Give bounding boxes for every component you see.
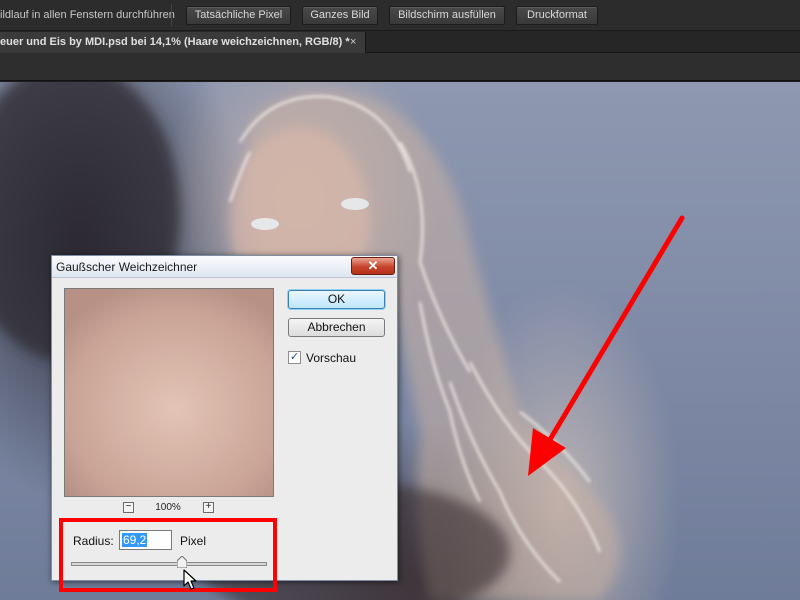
scroll-all-windows-option[interactable]: ildlauf in allen Fenstern durchführen [0, 9, 175, 21]
fit-screen-button[interactable]: Ganzes Bild [302, 6, 378, 25]
dialog-close-icon[interactable]: ✕ [351, 257, 395, 275]
print-size-button[interactable]: Druckformat [516, 6, 598, 25]
annotation-highlight-box [59, 518, 277, 592]
document-tab-bar: euer und Eis by MDI.psd bei 14,1% (Haare… [0, 31, 800, 53]
document-tab-close-icon[interactable]: × [350, 32, 356, 52]
document-tab-title: euer und Eis by MDI.psd bei 14,1% (Haare… [0, 36, 350, 48]
options-separator [171, 4, 172, 26]
zoom-percentage: 100% [155, 502, 181, 513]
zoom-minus-icon[interactable]: − [123, 502, 134, 513]
checkbox-check-icon[interactable]: ✓ [288, 351, 301, 364]
document-tab[interactable]: euer und Eis by MDI.psd bei 14,1% (Haare… [0, 32, 366, 53]
ok-button[interactable]: OK [288, 290, 385, 309]
zoom-plus-icon[interactable]: + [203, 502, 214, 513]
cancel-button[interactable]: Abbrechen [288, 318, 385, 337]
options-bar: ildlauf in allen Fenstern durchführen Ta… [0, 0, 800, 31]
mouse-pointer-icon [183, 569, 197, 590]
fill-screen-button[interactable]: Bildschirm ausfüllen [389, 6, 505, 25]
actual-pixels-button[interactable]: Tatsächliche Pixel [186, 6, 291, 25]
canvas-top-strip [0, 53, 800, 81]
dialog-title: Gaußscher Weichzeichner [56, 260, 198, 274]
dialog-title-bar[interactable]: Gaußscher Weichzeichner ✕ [52, 256, 397, 278]
blur-preview-pane[interactable] [64, 288, 274, 497]
preview-checkbox-label[interactable]: Vorschau [306, 351, 356, 365]
